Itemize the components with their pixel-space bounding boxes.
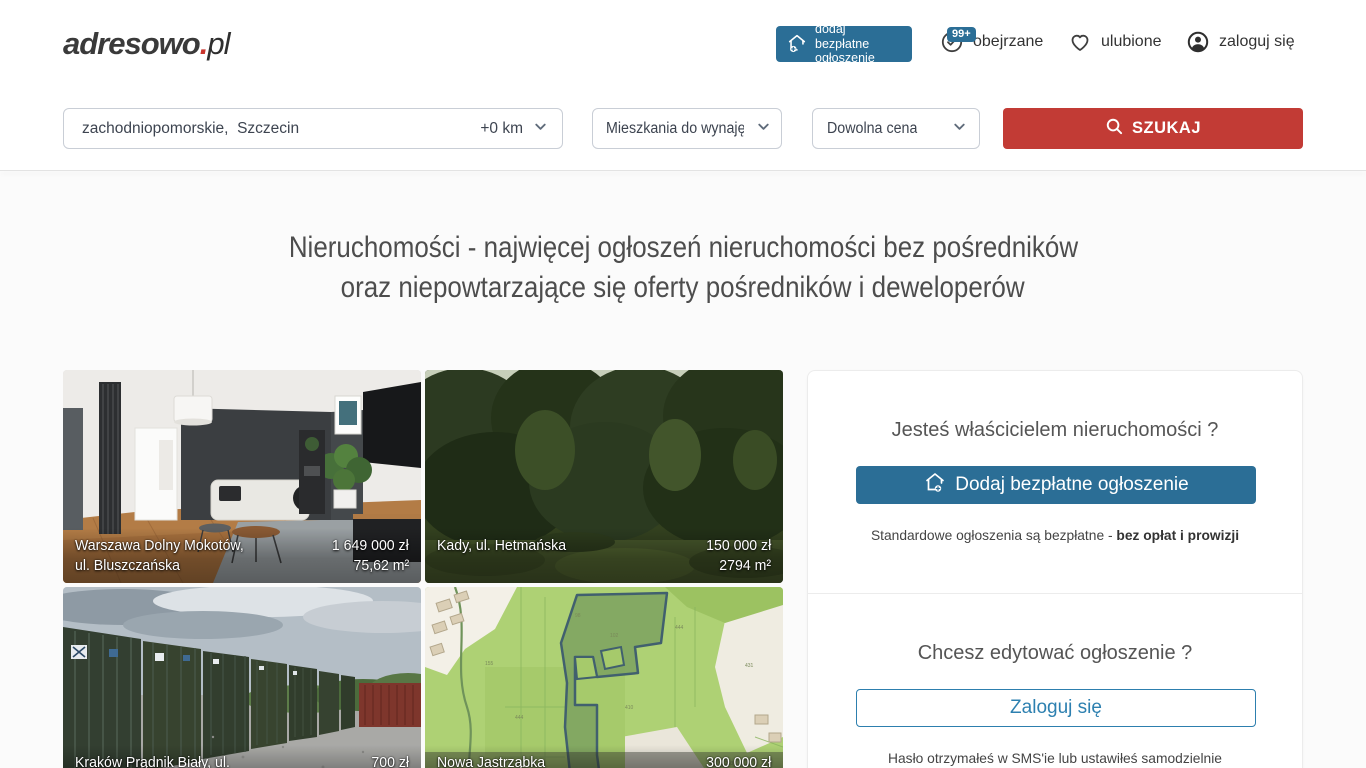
location-input[interactable]: zachodniopomorskie, Szczecin +0 km <box>63 108 563 149</box>
price-select[interactable]: Dowolna cena <box>812 108 980 149</box>
sidebar-add-listing-label: Dodaj bezpłatne ogłoszenie <box>955 474 1188 496</box>
listing-location: Nowa Jastrząbka <box>437 753 545 768</box>
chevron-down-icon <box>533 119 548 139</box>
svg-text:410: 410 <box>625 705 634 711</box>
sidebar-login-button[interactable]: Zaloguj się <box>856 689 1256 727</box>
category-value: Mieszkania do wynajęc <box>606 120 744 138</box>
add-listing-label: dodaj bezpłatne ogłoszenie <box>815 22 902 66</box>
listing-price: 150 000 zł <box>706 536 771 556</box>
svg-text:444: 444 <box>675 625 684 631</box>
listing-card[interactable]: Warszawa Dolny Mokotów, 1 649 000 zł ul.… <box>63 370 421 583</box>
edit-note: Hasło otrzymałeś w SMS'ie lub ustawiłeś … <box>856 751 1254 768</box>
heart-icon <box>1068 30 1092 54</box>
owner-panel: Jesteś właścicielem nieruchomości ? Doda… <box>807 370 1303 768</box>
chevron-down-icon <box>952 119 967 139</box>
page-title: Nieruchomości - najwięcej ogłoszeń nieru… <box>0 228 1366 308</box>
login-label: zaloguj się <box>1219 33 1295 51</box>
svg-text:155: 155 <box>485 661 494 667</box>
svg-text:102: 102 <box>610 633 619 639</box>
svg-text:444: 444 <box>515 715 524 721</box>
favorites-link[interactable]: ulubione <box>1068 30 1162 54</box>
edit-section: Chcesz edytować ogłoszenie ? Zaloguj się… <box>808 594 1302 768</box>
login-link[interactable]: zaloguj się <box>1186 30 1295 54</box>
listing-price: 700 zł <box>371 753 409 768</box>
logo-brand: adresowo <box>63 26 200 61</box>
magnifier-icon <box>1105 117 1124 141</box>
search-submit-label: SZUKAJ <box>1132 119 1201 138</box>
viewed-label: obejrzane <box>973 33 1043 51</box>
owner-section: Jesteś właścicielem nieruchomości ? Doda… <box>808 371 1302 593</box>
owner-heading: Jesteś właścicielem nieruchomości ? <box>856 419 1254 442</box>
category-select[interactable]: Mieszkania do wynajęc <box>592 108 782 149</box>
listing-caption: Kady, ul. Hetmańska 150 000 zł 2794 m² <box>425 528 783 583</box>
radius-value: +0 km <box>480 120 523 138</box>
listing-caption: Kraków Prądnik Biały, ul. 700 zł <box>63 745 421 768</box>
svg-text:98: 98 <box>575 613 581 619</box>
listing-location: Kraków Prądnik Biały, ul. <box>75 753 230 768</box>
logo[interactable]: adresowo.pl <box>63 26 229 62</box>
favorites-label: ulubione <box>1101 33 1162 51</box>
house-plus-icon <box>923 470 947 500</box>
listing-price: 300 000 zł <box>706 753 771 768</box>
listing-card[interactable]: Kraków Prądnik Biały, ul. 700 zł <box>63 587 421 768</box>
listing-caption: Warszawa Dolny Mokotów, 1 649 000 zł ul.… <box>63 528 421 583</box>
listing-card[interactable]: 444431 444155 102410 20398 Nowa Jastrząb… <box>425 587 783 768</box>
listing-location: Warszawa Dolny Mokotów, <box>75 536 244 556</box>
listing-card[interactable]: Kady, ul. Hetmańska 150 000 zł 2794 m² <box>425 370 783 583</box>
listing-caption: Nowa Jastrząbka 300 000 zł <box>425 745 783 768</box>
chevron-down-icon <box>756 119 771 139</box>
listing-location: Kady, ul. Hetmańska <box>437 536 566 556</box>
search-bar: zachodniopomorskie, Szczecin +0 km Miesz… <box>0 108 1366 149</box>
radius-dropdown[interactable]: +0 km <box>480 119 548 139</box>
listing-photo-map: 444431 444155 102410 20398 <box>425 587 783 768</box>
owner-note: Standardowe ogłoszenia są bezpłatne - be… <box>856 528 1254 593</box>
user-circle-icon <box>1186 30 1210 54</box>
search-submit-button[interactable]: SZUKAJ <box>1003 108 1303 149</box>
edit-heading: Chcesz edytować ogłoszenie ? <box>856 642 1254 665</box>
listing-price: 1 649 000 zł <box>332 536 409 556</box>
page: adresowo.pl dodaj bezpłatne ogłoszenie 9… <box>0 0 1366 768</box>
listing-area: 2794 m² <box>719 556 771 576</box>
listing-photo-containers <box>63 587 421 768</box>
header-divider <box>0 170 1366 171</box>
header: adresowo.pl dodaj bezpłatne ogłoszenie 9… <box>0 0 1366 170</box>
location-value: zachodniopomorskie, Szczecin <box>82 120 480 138</box>
house-plus-icon <box>786 32 808 57</box>
sidebar-add-listing-button[interactable]: Dodaj bezpłatne ogłoszenie <box>856 466 1256 504</box>
viewed-count-badge[interactable]: 99+ <box>947 27 976 42</box>
price-value: Dowolna cena <box>827 120 917 138</box>
listing-street: ul. Bluszczańska <box>75 556 180 576</box>
listing-area: 75,62 m² <box>353 556 409 576</box>
logo-tld: pl <box>207 26 229 61</box>
add-listing-button[interactable]: dodaj bezpłatne ogłoszenie <box>776 26 912 62</box>
sidebar-login-label: Zaloguj się <box>1010 697 1102 719</box>
svg-text:431: 431 <box>745 663 754 669</box>
